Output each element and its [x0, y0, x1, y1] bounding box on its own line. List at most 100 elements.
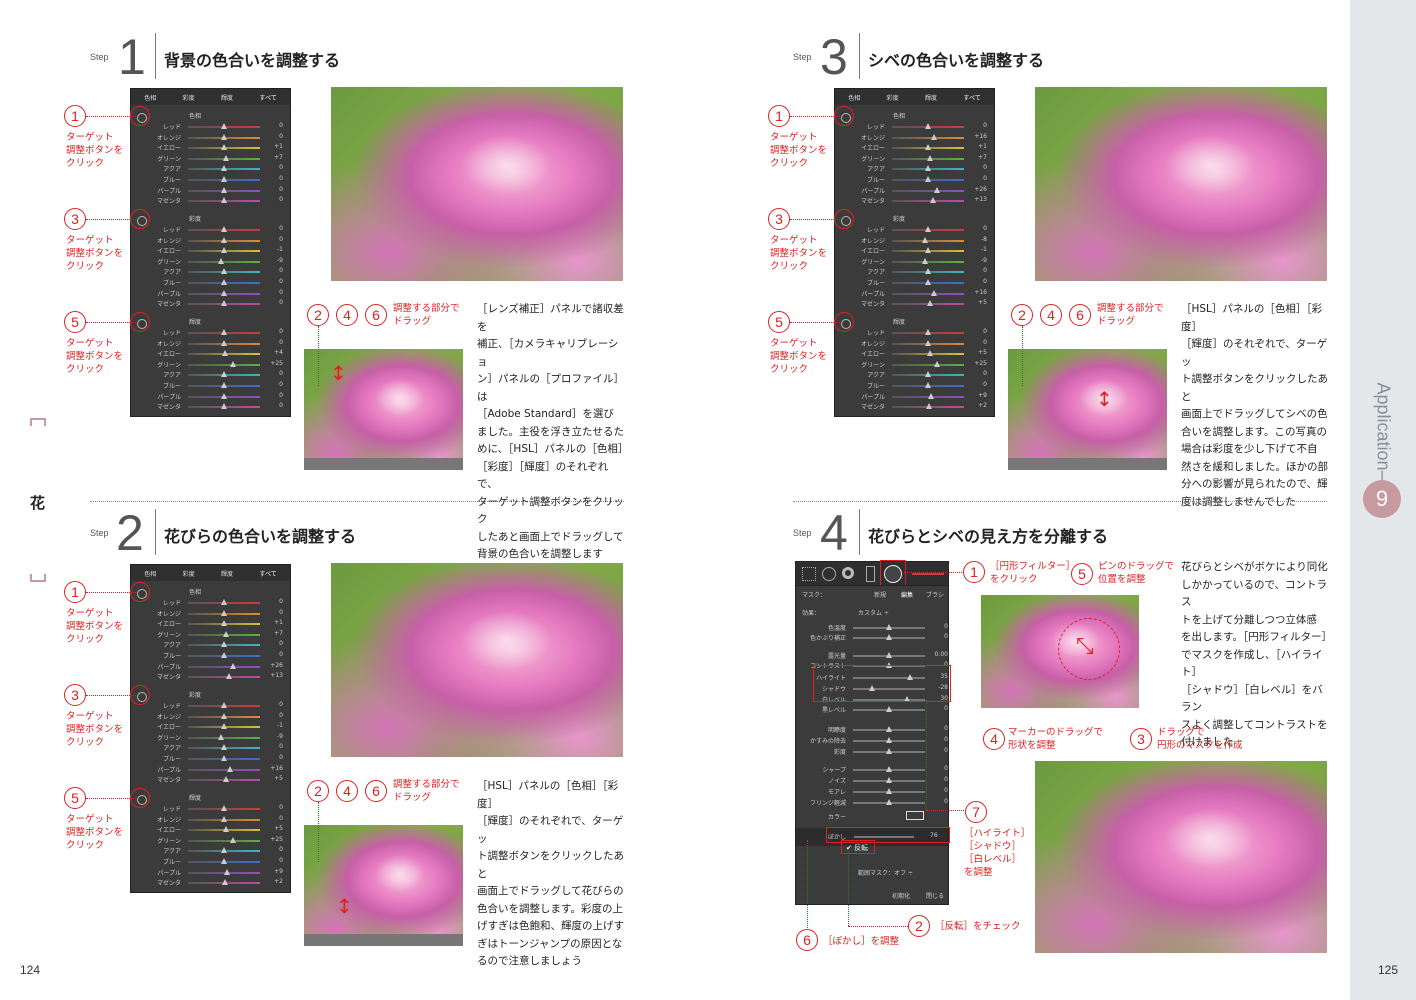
slider-thumb[interactable]	[220, 247, 227, 254]
hsl-slider-row[interactable]: イエロー -1	[131, 721, 291, 731]
slider-thumb[interactable]	[221, 329, 227, 335]
slider-thumb[interactable]	[929, 197, 936, 204]
hsl-slider-row[interactable]: イエロー -1	[131, 245, 291, 255]
slider-thumb[interactable]	[886, 624, 892, 630]
slider-thumb[interactable]	[221, 744, 227, 751]
hsl-slider-row[interactable]: オレンジ +16	[835, 132, 995, 142]
slider-thumb[interactable]	[221, 371, 227, 378]
hsl-tab[interactable]: すべて	[259, 93, 276, 102]
hsl-slider-row[interactable]: マゼンタ +13	[131, 671, 291, 681]
slider-thumb[interactable]	[886, 726, 892, 732]
slider-thumb[interactable]	[930, 289, 937, 296]
hsl-slider-row[interactable]: ブルー 0	[131, 650, 291, 660]
hsl-slider-row[interactable]: グリーン +7	[131, 153, 291, 163]
hsl-tab[interactable]: 輝度	[221, 569, 233, 578]
slider-thumb[interactable]	[925, 329, 931, 335]
local-slider-row[interactable]: 色かぶり補正 0	[796, 632, 956, 642]
local-slider-row[interactable]: かすみの除去 0	[796, 735, 956, 745]
slider-thumb[interactable]	[886, 777, 892, 783]
hsl-slider-row[interactable]: アクア 0	[131, 369, 291, 379]
slider-thumb[interactable]	[924, 247, 931, 254]
slider-thumb[interactable]	[225, 673, 232, 680]
hsl-slider-row[interactable]: イエロー +4	[131, 348, 291, 358]
redeye-icon[interactable]	[842, 567, 854, 579]
slider-thumb[interactable]	[922, 236, 929, 243]
slider-thumb[interactable]	[221, 620, 228, 627]
slider-track[interactable]	[892, 136, 964, 139]
slider-track[interactable]	[188, 736, 260, 739]
hsl-slider-row[interactable]: オレンジ 0	[131, 132, 291, 142]
hsl-tab[interactable]: 色相	[144, 93, 156, 102]
slider-thumb[interactable]	[925, 382, 931, 388]
hsl-slider-row[interactable]: オレンジ 0	[131, 711, 291, 721]
slider-thumb[interactable]	[886, 766, 892, 772]
hsl-tab[interactable]: 輝度	[221, 93, 233, 102]
slider-thumb[interactable]	[886, 788, 892, 794]
hsl-slider-row[interactable]: オレンジ 0	[131, 814, 291, 824]
slider-thumb[interactable]	[221, 226, 227, 232]
slider-thumb[interactable]	[934, 186, 941, 193]
hsl-slider-row[interactable]: アクア 0	[131, 163, 291, 173]
hsl-slider-row[interactable]: パープル +16	[835, 288, 995, 298]
slider-thumb[interactable]	[226, 765, 233, 772]
slider-thumb[interactable]	[925, 123, 931, 129]
slider-thumb[interactable]	[221, 133, 227, 140]
local-slider-row[interactable]: 色温度 0	[796, 622, 956, 632]
local-slider-row[interactable]: 黒レベル 0	[796, 704, 956, 714]
slider-thumb[interactable]	[221, 879, 228, 886]
hsl-slider-row[interactable]: アクア 0	[835, 266, 995, 276]
slider-track[interactable]	[188, 665, 260, 668]
slider-thumb[interactable]	[221, 144, 228, 151]
hsl-slider-row[interactable]: マゼンタ +2	[835, 401, 995, 411]
slider-thumb[interactable]	[221, 403, 227, 410]
slider-thumb[interactable]	[221, 641, 227, 648]
slider-thumb[interactable]	[221, 176, 227, 182]
hsl-slider-row[interactable]: グリーン +25	[835, 359, 995, 369]
local-slider-row[interactable]: シャープ 0	[796, 764, 956, 774]
hsl-slider-row[interactable]: グリーン +7	[835, 153, 995, 163]
hsl-slider-row[interactable]: マゼンタ +2	[131, 877, 291, 887]
slider-thumb[interactable]	[222, 826, 229, 833]
hsl-slider-row[interactable]: ブルー 0	[835, 174, 995, 184]
hsl-tab[interactable]: 色相	[848, 93, 860, 102]
slider-track[interactable]	[188, 839, 260, 842]
slider-thumb[interactable]	[221, 805, 227, 811]
slider-track[interactable]	[188, 363, 260, 366]
slider-thumb[interactable]	[221, 339, 227, 346]
slider-thumb[interactable]	[221, 652, 227, 658]
hsl-slider-row[interactable]: レッド 0	[835, 224, 995, 234]
mask-option-brush[interactable]: ブラシ	[926, 590, 944, 599]
effect-preset[interactable]: カスタム ÷	[858, 608, 889, 617]
slider-thumb[interactable]	[886, 634, 892, 640]
hsl-slider-row[interactable]: ブルー 0	[835, 380, 995, 390]
hsl-slider-row[interactable]: レッド 0	[835, 327, 995, 337]
hsl-slider-row[interactable]: ブルー 0	[131, 277, 291, 287]
hsl-slider-row[interactable]: マゼンタ 0	[131, 195, 291, 205]
hsl-slider-row[interactable]: オレンジ 0	[131, 338, 291, 348]
hsl-slider-row[interactable]: グリーン +7	[131, 629, 291, 639]
hsl-slider-row[interactable]: グリーン -9	[131, 732, 291, 742]
hsl-tab[interactable]: すべて	[259, 569, 276, 578]
mask-option-new[interactable]: 新規	[874, 590, 886, 599]
slider-thumb[interactable]	[933, 360, 940, 367]
local-slider-row[interactable]: フリンジ軽減 0	[796, 797, 956, 807]
slider-thumb[interactable]	[217, 733, 224, 740]
hsl-tab[interactable]: すべて	[963, 93, 980, 102]
crop-tool-icon[interactable]	[802, 567, 816, 581]
slider-thumb[interactable]	[221, 609, 227, 616]
slider-thumb[interactable]	[221, 123, 227, 129]
slider-thumb[interactable]	[886, 706, 892, 712]
slider-thumb[interactable]	[221, 165, 227, 172]
hsl-slider-row[interactable]: アクア 0	[131, 845, 291, 855]
slider-thumb[interactable]	[886, 652, 892, 658]
hsl-slider-row[interactable]: パープル +26	[131, 661, 291, 671]
slider-track[interactable]	[892, 363, 964, 366]
hsl-slider-row[interactable]: グリーン +25	[131, 359, 291, 369]
hsl-slider-row[interactable]: オレンジ -8	[835, 235, 995, 245]
slider-thumb[interactable]	[925, 371, 931, 378]
slider-thumb[interactable]	[220, 723, 227, 730]
hsl-slider-row[interactable]: パープル 0	[131, 391, 291, 401]
slider-track[interactable]	[188, 676, 260, 679]
range-mask-select[interactable]: 範囲マスク：オフ ÷	[858, 868, 913, 877]
slider-thumb[interactable]	[221, 392, 227, 399]
